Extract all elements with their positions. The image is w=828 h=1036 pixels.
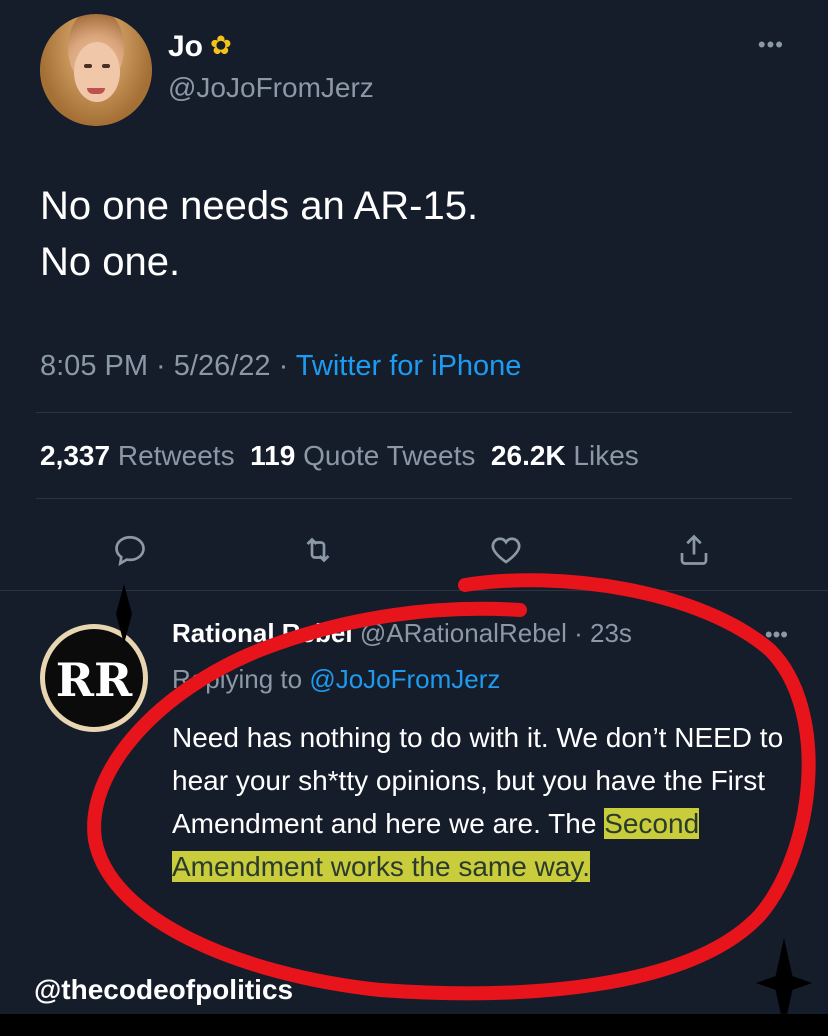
- tweet-source-link[interactable]: Twitter for iPhone: [296, 350, 522, 382]
- tweet-text: No one needs an AR-15. No one.: [40, 178, 478, 290]
- reply-icon[interactable]: [112, 532, 148, 568]
- tweet-author-avatar[interactable]: [40, 14, 152, 126]
- bottom-bar: [0, 1014, 828, 1036]
- more-options-icon[interactable]: •••: [758, 32, 784, 58]
- divider: [36, 412, 792, 413]
- reply-text: Need has nothing to do with it. We don’t…: [172, 722, 784, 882]
- tweet-stats: 2,337 Retweets 119 Quote Tweets 26.2K Li…: [40, 440, 639, 472]
- tweet-text-line-2: No one.: [40, 240, 181, 284]
- tweet-timestamp[interactable]: 8:05 PM · 5/26/22 ·: [40, 350, 296, 382]
- share-icon[interactable]: [676, 532, 712, 568]
- likes-stat[interactable]: 26.2K Likes: [491, 440, 639, 471]
- reply-avatar-logo-text: RR: [55, 653, 133, 707]
- replying-to: Replying to @JoJoFromJerz: [172, 664, 501, 694]
- tweet-text-line-1: No one needs an AR-15.: [40, 184, 479, 228]
- reply-header: Rational Rebel @ARationalRebel · 23s: [172, 618, 632, 649]
- tweet-meta: 8:05 PM · 5/26/22 · Twitter for iPhone: [40, 350, 521, 383]
- retweets-stat[interactable]: 2,337 Retweets: [40, 440, 235, 471]
- watermark: @thecodeofpolitics: [34, 974, 294, 1005]
- tweet-author-name[interactable]: Jo: [168, 30, 203, 64]
- tweet-author-handle[interactable]: @JoJoFromJerz: [168, 72, 374, 104]
- retweet-icon[interactable]: [300, 532, 336, 568]
- sunflower-icon: ✿: [210, 30, 232, 60]
- like-icon[interactable]: [488, 532, 524, 568]
- reply-author-handle-time[interactable]: @ARationalRebel · 23s: [360, 618, 632, 648]
- reply-more-options-icon[interactable]: •••: [765, 622, 788, 648]
- diamond-sparkle-icon: [116, 584, 132, 644]
- divider: [36, 498, 792, 499]
- reply-author-name[interactable]: Rational Rebel: [172, 618, 353, 648]
- replying-to-link[interactable]: @JoJoFromJerz: [309, 664, 500, 694]
- quote-tweets-stat[interactable]: 119 Quote Tweets: [250, 440, 475, 471]
